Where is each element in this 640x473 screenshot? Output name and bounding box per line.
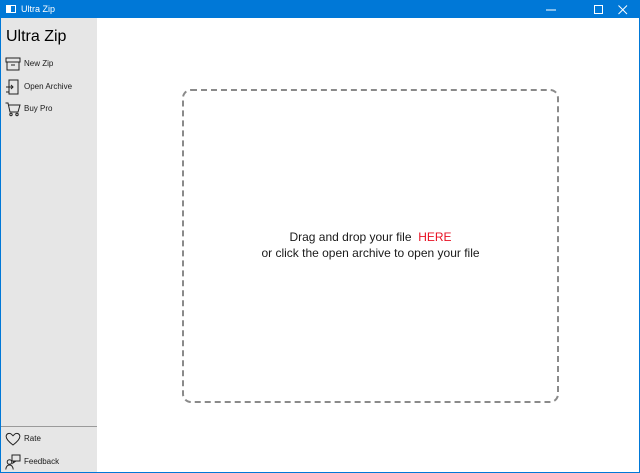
drop-here-highlight: HERE bbox=[418, 230, 452, 244]
feedback-person-icon bbox=[5, 454, 21, 470]
heart-icon bbox=[5, 432, 21, 446]
app-window: Ultra Zip Ultra Zip New Zip Open Archive… bbox=[0, 0, 640, 473]
maximize-icon bbox=[594, 5, 603, 14]
drop-instruction-line-1: Drag and drop your file HERE bbox=[184, 229, 557, 245]
file-drop-zone[interactable]: Drag and drop your file HERE or click th… bbox=[182, 89, 559, 403]
buy-pro-label: Buy Pro bbox=[24, 104, 53, 113]
buy-pro-button[interactable]: Buy Pro bbox=[5, 100, 95, 118]
sidebar: Ultra Zip New Zip Open Archive Buy Pro R… bbox=[1, 18, 97, 472]
drop-prompt-text: Drag and drop your file bbox=[289, 230, 412, 244]
window-title: Ultra Zip bbox=[21, 4, 56, 14]
sidebar-divider bbox=[1, 426, 97, 427]
new-zip-button[interactable]: New Zip bbox=[5, 55, 95, 73]
close-button[interactable] bbox=[607, 1, 639, 18]
title-bar[interactable]: Ultra Zip bbox=[1, 1, 639, 18]
rate-label: Rate bbox=[24, 434, 41, 443]
main-area: Drag and drop your file HERE or click th… bbox=[97, 18, 639, 472]
minimize-icon bbox=[546, 9, 556, 11]
archive-box-icon bbox=[5, 57, 21, 71]
open-file-icon bbox=[6, 79, 19, 95]
rate-button[interactable]: Rate bbox=[5, 430, 95, 448]
open-archive-label: Open Archive bbox=[24, 82, 73, 91]
minimize-button[interactable] bbox=[535, 1, 567, 18]
new-zip-label: New Zip bbox=[24, 59, 54, 68]
feedback-button[interactable]: Feedback bbox=[5, 453, 95, 471]
shopping-cart-icon bbox=[5, 102, 21, 117]
close-icon bbox=[618, 5, 628, 15]
open-archive-button[interactable]: Open Archive bbox=[5, 78, 95, 96]
drop-instructions: Drag and drop your file HERE or click th… bbox=[184, 229, 557, 261]
feedback-label: Feedback bbox=[24, 457, 60, 466]
app-name-heading: Ultra Zip bbox=[6, 28, 67, 45]
drop-instruction-line-2: or click the open archive to open your f… bbox=[261, 246, 480, 260]
app-window-icon bbox=[6, 5, 16, 13]
